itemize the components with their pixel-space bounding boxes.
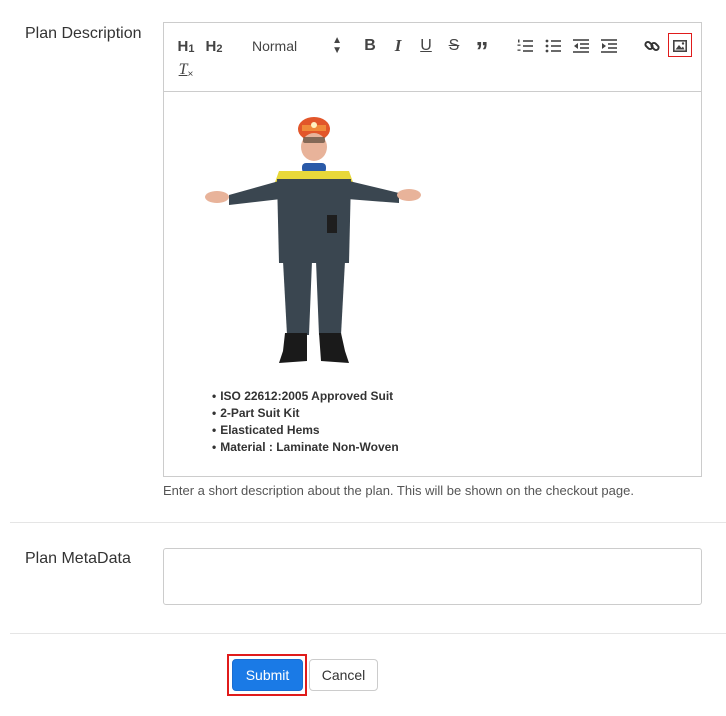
outdent-icon[interactable] xyxy=(568,35,594,57)
select-arrows-icon: ▲ ▼ xyxy=(332,35,342,56)
underline-label: U xyxy=(420,37,432,54)
divider xyxy=(10,522,726,523)
list-item: Elasticated Hems xyxy=(212,422,399,439)
list-item: 2-Part Suit Kit xyxy=(212,405,399,422)
quote-label: ” xyxy=(475,36,489,66)
h2-sub: 2 xyxy=(216,43,223,55)
ordered-list-icon[interactable] xyxy=(512,35,538,57)
italic-label: I xyxy=(394,36,402,55)
plan-metadata-input[interactable] xyxy=(163,548,702,605)
worker-suit-image xyxy=(205,117,421,363)
format-select[interactable]: Normal ▲ ▼ xyxy=(250,35,342,57)
editor-content[interactable]: ISO 22612:2005 Approved Suit 2-Part Suit… xyxy=(164,92,701,476)
h2-label: H xyxy=(205,37,217,55)
rich-text-editor[interactable]: H1 H2 Normal ▲ ▼ B I U S ” T × • ISO 226… xyxy=(163,22,702,477)
h1-sub: 1 xyxy=(188,43,195,55)
blockquote-button[interactable]: ” xyxy=(469,35,495,64)
plan-description-label: Plan Description xyxy=(25,25,142,42)
editor-toolbar: H1 H2 Normal ▲ ▼ B I U S ” T × xyxy=(164,23,701,92)
image-button-highlight xyxy=(668,33,692,57)
divider xyxy=(10,633,726,634)
list-item: Material : Laminate Non-Woven xyxy=(212,439,398,456)
submit-button[interactable]: Submit xyxy=(232,659,303,691)
clear-format-button[interactable]: T × xyxy=(173,59,199,81)
help-text: Enter a short description about the plan… xyxy=(163,483,634,498)
strike-button[interactable]: S xyxy=(441,35,467,57)
h1-label: H xyxy=(177,37,189,55)
clear-format-label: T xyxy=(178,61,188,78)
bullet-list-icon[interactable] xyxy=(540,35,566,57)
clear-format-x-icon: × xyxy=(187,68,194,80)
plan-metadata-label: Plan MetaData xyxy=(25,550,131,567)
heading-2-button[interactable]: H2 xyxy=(201,35,227,57)
cancel-button[interactable]: Cancel xyxy=(309,659,378,691)
feature-list: ISO 22612:2005 Approved Suit 2-Part Suit… xyxy=(212,388,399,456)
underline-button[interactable]: U xyxy=(413,35,439,57)
bold-label: B xyxy=(364,37,376,54)
link-icon[interactable] xyxy=(639,35,665,57)
heading-1-button[interactable]: H1 xyxy=(173,35,199,57)
list-item: ISO 22612:2005 Approved Suit xyxy=(212,388,399,405)
italic-button[interactable]: I xyxy=(385,35,411,57)
bold-button[interactable]: B xyxy=(357,35,383,57)
indent-icon[interactable] xyxy=(596,35,622,57)
format-select-value: Normal xyxy=(252,38,298,54)
strike-label: S xyxy=(448,37,460,54)
